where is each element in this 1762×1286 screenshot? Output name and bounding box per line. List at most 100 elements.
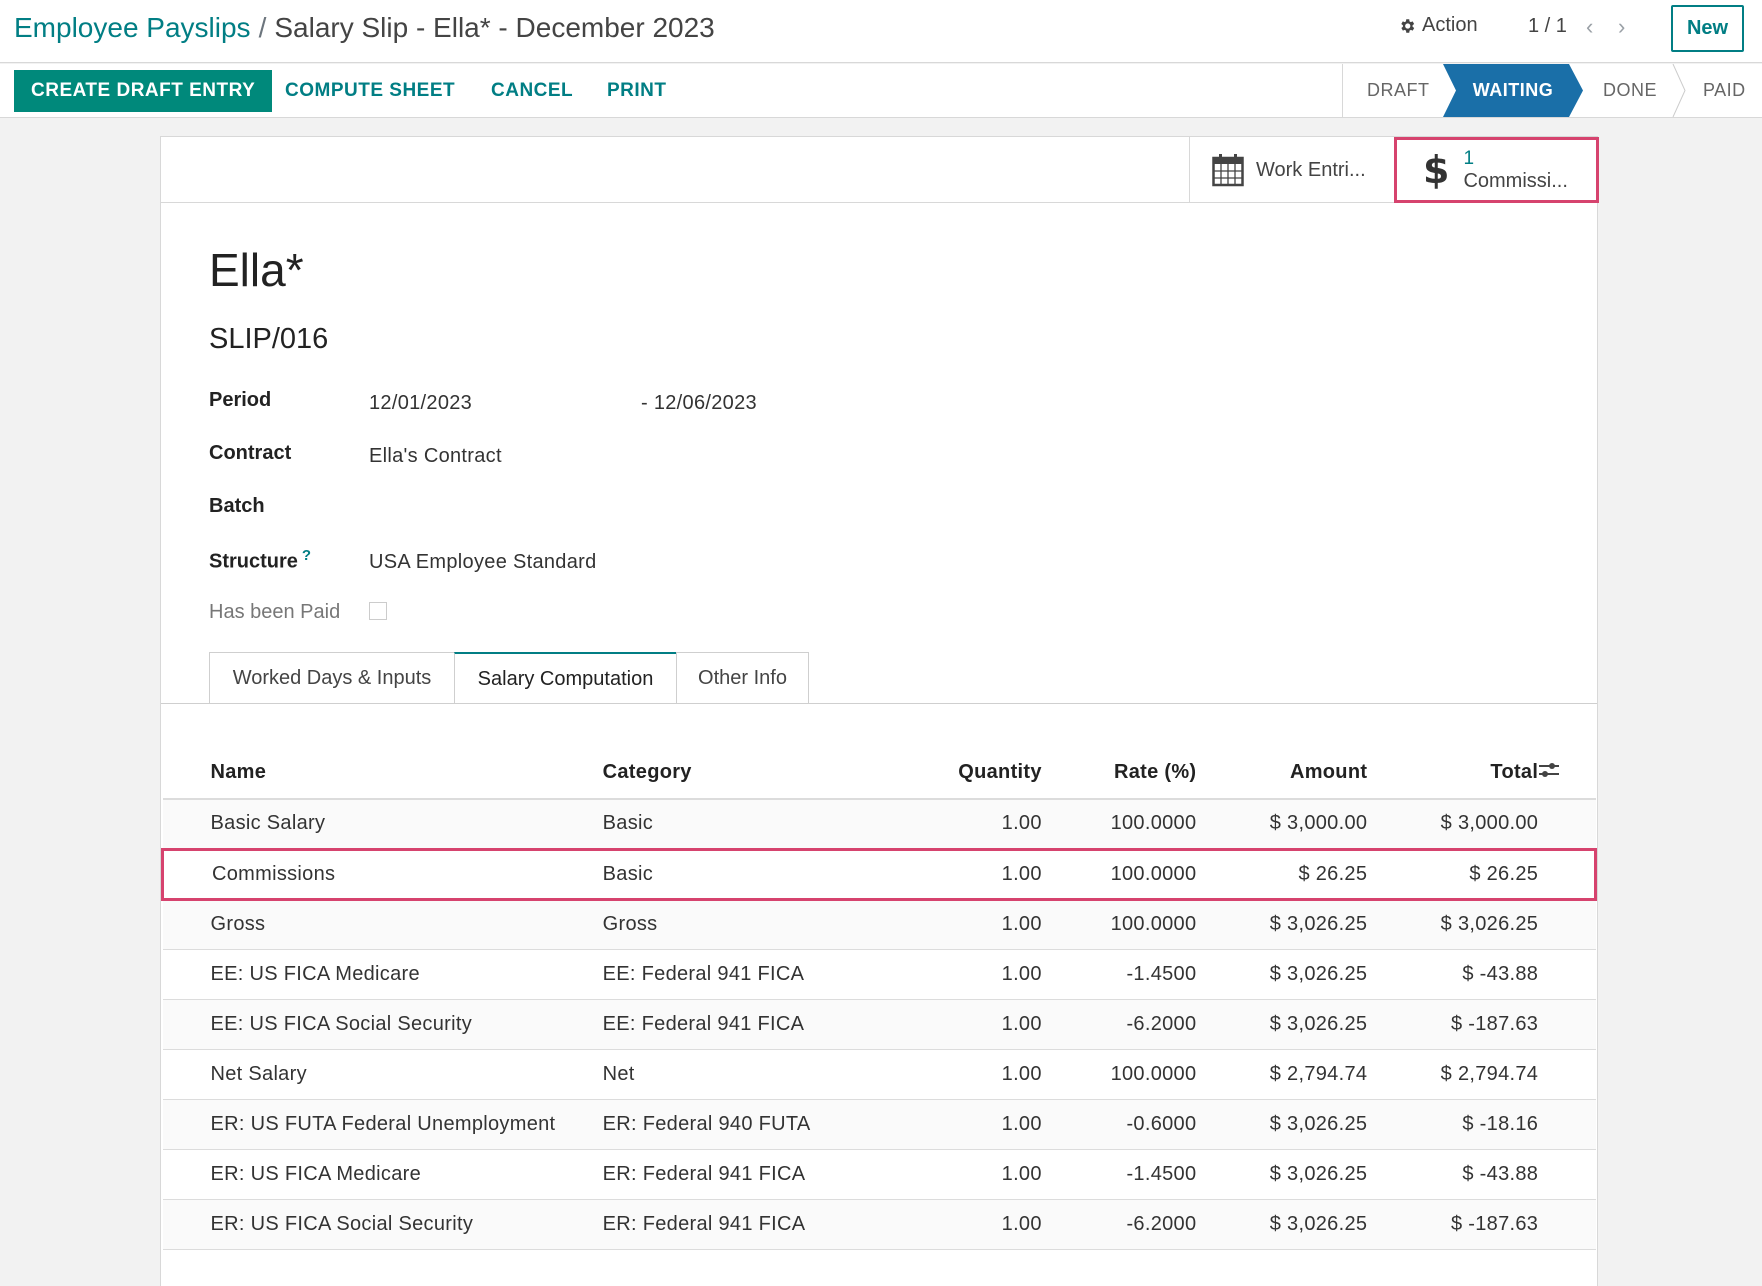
- cell-rate: 100.0000: [1041, 799, 1197, 850]
- period-end-field[interactable]: - 12/06/2023: [641, 392, 757, 415]
- control-panel: CREATE DRAFT ENTRY COMPUTE SHEET CANCEL …: [0, 64, 1762, 118]
- cell-name: EE: US FICA Social Security: [162, 999, 603, 1050]
- batch-label: Batch: [209, 495, 265, 517]
- table-row[interactable]: ER: US FICA Social Security ER: Federal 9…: [162, 1199, 1596, 1250]
- stage-paid[interactable]: PAID: [1703, 64, 1746, 117]
- stage-done[interactable]: DONE: [1603, 64, 1657, 117]
- cell-spacer: [1538, 899, 1596, 950]
- cell-rate: 100.0000: [1041, 899, 1197, 950]
- cell-rate: 100.0000: [1041, 1049, 1197, 1100]
- contract-field[interactable]: Ella's Contract: [369, 445, 502, 468]
- table-header-row: Name Category Quantity Rate (%) Amount T…: [162, 747, 1596, 800]
- cell-total: $ -187.63: [1367, 999, 1539, 1050]
- cell-category: ER: Federal 940 FUTA: [602, 1099, 906, 1150]
- table-row[interactable]: Gross Gross 1.00 100.0000 $ 3,026.25 $ 3,026.…: [162, 899, 1596, 950]
- column-header-rate[interactable]: Rate (%): [1041, 747, 1197, 800]
- column-header-amount[interactable]: Amount: [1196, 747, 1368, 800]
- structure-label: Structure?: [209, 547, 311, 574]
- action-label: Action: [1422, 14, 1478, 36]
- cell-total: $ -43.88: [1367, 949, 1539, 1000]
- cell-quantity: 1.00: [905, 847, 1042, 901]
- table-row[interactable]: Net Salary Net 1.00 100.0000 $ 2,794.74 $ 2,7…: [162, 1049, 1596, 1100]
- help-icon[interactable]: ?: [302, 547, 311, 564]
- create-draft-entry-button[interactable]: CREATE DRAFT ENTRY: [14, 70, 273, 112]
- cell-rate: -0.6000: [1041, 1099, 1197, 1150]
- cell-quantity: 1.00: [905, 799, 1042, 850]
- calendar-icon: [1212, 154, 1244, 187]
- cell-rate: -1.4500: [1041, 1149, 1197, 1200]
- cell-spacer: [1538, 847, 1598, 901]
- tab-worked-days-inputs[interactable]: Worked Days & Inputs: [209, 652, 455, 704]
- breadcrumb-current: Salary Slip - Ella* - December 2023: [274, 12, 715, 43]
- dollar-icon: $: [1423, 148, 1450, 192]
- breadcrumb: Employee Payslips / Salary Slip - Ella* - …: [14, 10, 715, 46]
- cell-category: Basic: [602, 847, 906, 901]
- column-header-category[interactable]: Category: [602, 747, 906, 800]
- cell-category: EE: Federal 941 FICA: [602, 949, 906, 1000]
- stage-waiting-label: WAITING: [1472, 80, 1554, 100]
- contract-label: Contract: [209, 442, 292, 464]
- table-row[interactable]: ER: US FUTA Federal Unemployment ER: Fede…: [162, 1099, 1596, 1150]
- column-header-name[interactable]: Name: [162, 747, 603, 800]
- top-header: Employee Payslips / Salary Slip - Ella* - …: [0, 0, 1762, 63]
- chevron-right-icon[interactable]: ›: [1618, 14, 1625, 40]
- cell-total: $ 26.25: [1367, 847, 1539, 901]
- cell-amount: $ 3,026.25: [1196, 999, 1368, 1050]
- breadcrumb-parent-link[interactable]: Employee Payslips: [14, 12, 251, 43]
- cell-spacer: [1538, 1199, 1596, 1250]
- table-row[interactable]: EE: US FICA Medicare EE: Federal 941 FICA…: [162, 949, 1596, 1000]
- cell-rate: -6.2000: [1041, 999, 1197, 1050]
- column-header-quantity[interactable]: Quantity: [905, 747, 1042, 800]
- status-bar: DRAFT WAITING DONE PAID: [1342, 64, 1762, 117]
- stage-draft[interactable]: DRAFT: [1367, 64, 1430, 117]
- column-options[interactable]: [1538, 747, 1596, 800]
- structure-label-text: Structure: [209, 550, 298, 573]
- cell-quantity: 1.00: [905, 899, 1042, 950]
- cell-amount: $ 3,000.00: [1196, 799, 1368, 850]
- chevron-left-icon[interactable]: ‹: [1586, 14, 1593, 40]
- table-row[interactable]: Basic Salary Basic 1.00 100.0000 $ 3,000.00 $…: [162, 799, 1596, 850]
- cell-quantity: 1.00: [905, 949, 1042, 1000]
- work-entries-button[interactable]: Work Entri...: [1189, 137, 1394, 203]
- table-row[interactable]: ER: US FICA Medicare ER: Federal 941 FICA…: [162, 1149, 1596, 1200]
- tab-other-info[interactable]: Other Info: [676, 652, 809, 704]
- stage-waiting[interactable]: WAITING: [1443, 64, 1583, 117]
- tab-divider: [161, 703, 1597, 704]
- cell-category: Net: [602, 1049, 906, 1100]
- cell-spacer: [1538, 799, 1596, 850]
- cell-spacer: [1538, 1049, 1596, 1100]
- cell-total: $ 2,794.74: [1367, 1049, 1539, 1100]
- new-button[interactable]: New: [1671, 5, 1744, 52]
- sliders-icon: [1539, 762, 1560, 777]
- table-row-highlighted[interactable]: Commissions Basic 1.00 100.0000 $ 26.25 $ 26.…: [160, 847, 1598, 901]
- cell-amount: $ 3,026.25: [1196, 949, 1368, 1000]
- employee-name[interactable]: Ella*: [209, 243, 304, 297]
- cell-name: ER: US FUTA Federal Unemployment: [162, 1099, 603, 1150]
- payslip-reference[interactable]: SLIP/016: [209, 323, 328, 356]
- cell-name: Basic Salary: [162, 799, 603, 850]
- pager-value[interactable]: 1 / 1: [1528, 15, 1567, 38]
- cell-category: Gross: [602, 899, 906, 950]
- cancel-button[interactable]: CANCEL: [491, 70, 573, 112]
- table-row[interactable]: EE: US FICA Social Security EE: Federal 9…: [162, 999, 1596, 1050]
- compute-sheet-button[interactable]: COMPUTE SHEET: [285, 70, 455, 112]
- period-start-field[interactable]: 12/01/2023: [369, 392, 472, 415]
- cell-spacer: [1538, 949, 1596, 1000]
- cell-quantity: 1.00: [905, 1099, 1042, 1150]
- work-entries-label: Work Entri...: [1256, 158, 1366, 181]
- column-header-total[interactable]: Total: [1367, 747, 1539, 800]
- cell-quantity: 1.00: [905, 1149, 1042, 1200]
- commissions-count: 1: [1463, 148, 1475, 169]
- tab-salary-computation[interactable]: Salary Computation: [454, 652, 677, 704]
- cell-quantity: 1.00: [905, 1199, 1042, 1250]
- structure-field[interactable]: USA Employee Standard: [369, 551, 597, 574]
- commissions-button[interactable]: $ 1 Commissi...: [1394, 137, 1599, 203]
- action-menu-button[interactable]: Action: [1398, 14, 1478, 37]
- cell-total: $ -18.16: [1367, 1099, 1539, 1150]
- has-been-paid-label: Has been Paid: [209, 601, 341, 623]
- cell-total: $ -187.63: [1367, 1199, 1539, 1250]
- cell-total: $ 3,026.25: [1367, 899, 1539, 950]
- has-been-paid-checkbox[interactable]: [369, 602, 387, 620]
- cell-rate: 100.0000: [1041, 847, 1197, 901]
- print-button[interactable]: PRINT: [607, 70, 667, 112]
